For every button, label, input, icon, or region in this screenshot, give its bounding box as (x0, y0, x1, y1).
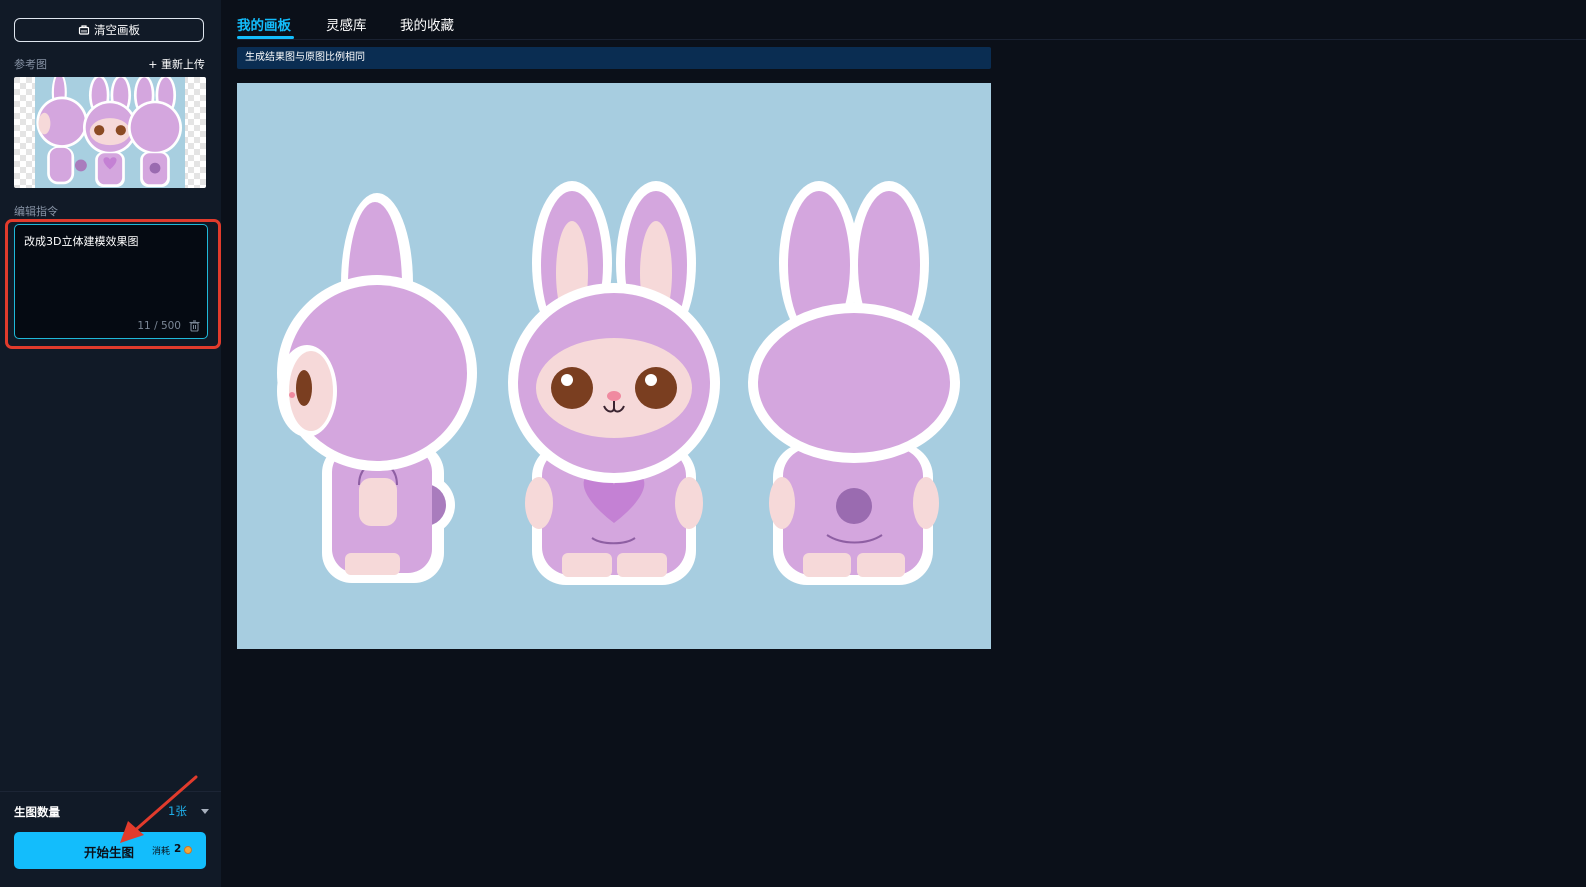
character-counter: 11 / 500 (137, 320, 181, 332)
bunny-back-view (748, 181, 960, 585)
edit-command-label: 编辑指令 (14, 205, 58, 218)
reupload-button[interactable]: + 重新上传 (148, 56, 205, 72)
clear-canvas-label: 清空画板 (94, 23, 140, 37)
edit-command-text: 改成3D立体建模效果图 (24, 235, 139, 248)
notice-banner: 生成结果图与原图比例相同 (237, 47, 991, 69)
clear-canvas-button[interactable]: 清空画板 (14, 18, 204, 42)
coin-icon (184, 846, 192, 854)
eraser-icon (78, 25, 90, 35)
image-count-label: 生图数量 (14, 805, 60, 819)
sidebar: 清空画板 参考图 + 重新上传 编辑指令 改成3D立体建模效果图 11 / 50… (0, 0, 221, 887)
chevron-down-icon (200, 808, 209, 814)
bunny-character-image (277, 181, 960, 585)
generated-image-canvas[interactable] (237, 83, 991, 649)
bunny-side-view (277, 193, 477, 583)
reference-image-label: 参考图 (14, 58, 47, 71)
tab-my-board[interactable]: 我的画板 (237, 14, 291, 34)
reference-image-thumbnail[interactable] (14, 77, 206, 188)
edit-command-input[interactable]: 改成3D立体建模效果图 11 / 500 (14, 224, 208, 339)
tab-inspiration[interactable]: 灵感库 (326, 14, 367, 34)
cost-label: 消耗 (152, 847, 171, 857)
bunny-front-view (508, 181, 720, 585)
trash-icon[interactable] (189, 320, 200, 332)
tabs-divider (237, 39, 1586, 40)
annotation-arrow-icon (120, 775, 198, 843)
reference-bunny-image (36, 77, 182, 187)
tab-favorites[interactable]: 我的收藏 (400, 14, 454, 34)
